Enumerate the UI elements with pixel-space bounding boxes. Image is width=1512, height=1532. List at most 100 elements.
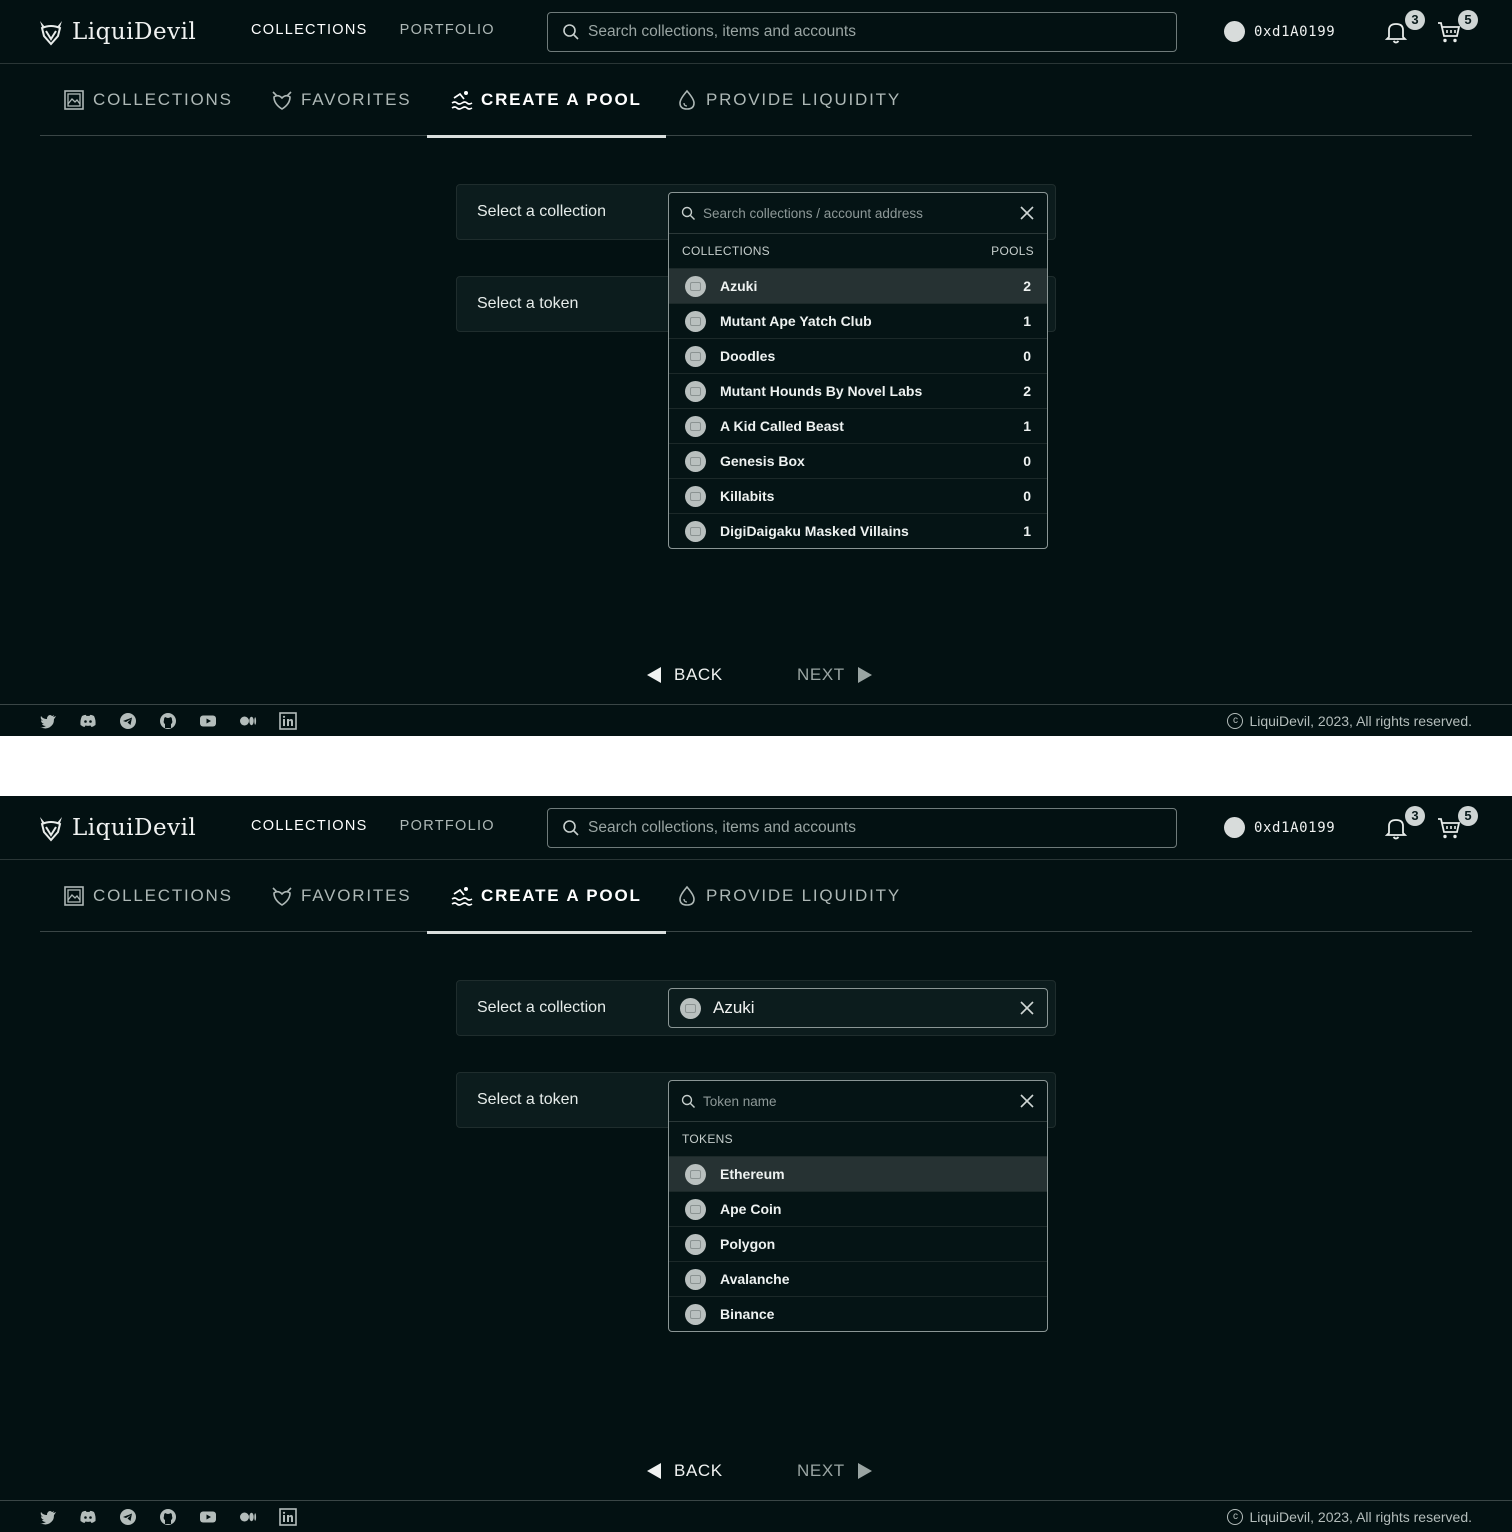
github-icon[interactable] xyxy=(159,1508,177,1526)
telegram-icon[interactable] xyxy=(119,712,137,730)
nav-portfolio[interactable]: PORTFOLIO xyxy=(400,818,495,834)
token-option[interactable]: Binance xyxy=(669,1296,1047,1331)
collection-image-icon xyxy=(685,415,706,437)
collection-search[interactable] xyxy=(669,193,1047,234)
next-button[interactable]: NEXT xyxy=(797,665,873,685)
collection-option[interactable]: Mutant Hounds By Novel Labs 2 xyxy=(669,373,1047,408)
collection-option[interactable]: Azuki 2 xyxy=(669,268,1047,303)
account-button[interactable]: 0xd1A0199 xyxy=(1224,21,1335,42)
back-button[interactable]: BACK xyxy=(646,665,723,685)
copyright-text: LiquiDevil, 2023, All rights reserved. xyxy=(1249,713,1472,729)
token-search-input[interactable] xyxy=(703,1093,1003,1109)
tab-favorites[interactable]: FAVORITES xyxy=(271,64,411,136)
token-option[interactable]: Polygon xyxy=(669,1226,1047,1261)
account-button[interactable]: 0xd1A0199 xyxy=(1224,817,1335,838)
collection-option-pools: 1 xyxy=(1023,418,1031,434)
token-option[interactable]: Avalanche xyxy=(669,1261,1047,1296)
cart-button[interactable]: 5 xyxy=(1436,10,1478,46)
pool-swimmer-icon xyxy=(451,887,473,906)
devil-heart-icon xyxy=(272,91,292,110)
token-image-icon xyxy=(685,1198,706,1220)
close-icon[interactable] xyxy=(1018,1092,1036,1110)
nav-portfolio[interactable]: PORTFOLIO xyxy=(400,22,495,38)
copyright: c LiquiDevil, 2023, All rights reserved. xyxy=(1227,1509,1472,1525)
token-option-name: Binance xyxy=(720,1306,775,1322)
medium-icon[interactable] xyxy=(239,712,257,730)
triangle-left-icon xyxy=(647,667,661,683)
social-links xyxy=(39,1508,297,1526)
youtube-icon[interactable] xyxy=(199,712,217,730)
tab-create-pool[interactable]: CREATE A POOL xyxy=(427,860,666,934)
collection-option[interactable]: A Kid Called Beast 1 xyxy=(669,408,1047,443)
search-icon xyxy=(681,1094,695,1108)
collection-option-pools: 2 xyxy=(1023,383,1031,399)
top-header: LiquiDevil COLLECTIONS PORTFOLIO 0xd1A01… xyxy=(0,796,1512,860)
notifications-badge: 3 xyxy=(1405,10,1425,30)
twitter-icon[interactable] xyxy=(39,712,57,730)
global-search[interactable] xyxy=(547,12,1177,52)
token-image-icon xyxy=(685,1233,706,1255)
tab-provide-liquidity[interactable]: PROVIDE LIQUIDITY xyxy=(676,64,901,136)
close-icon[interactable] xyxy=(1018,204,1036,222)
token-option[interactable]: Ape Coin xyxy=(669,1191,1047,1226)
linkedin-icon[interactable] xyxy=(279,1508,297,1526)
collection-option[interactable]: Mutant Ape Yatch Club 1 xyxy=(669,303,1047,338)
cart-badge: 5 xyxy=(1458,806,1478,826)
linkedin-icon[interactable] xyxy=(279,712,297,730)
youtube-icon[interactable] xyxy=(199,1508,217,1526)
logo[interactable]: LiquiDevil xyxy=(38,18,196,46)
collection-image-icon xyxy=(685,275,706,297)
selected-collection[interactable]: Azuki xyxy=(668,988,1048,1028)
nav-collections[interactable]: COLLECTIONS xyxy=(251,818,368,834)
screen-collection-dropdown-open: LiquiDevil COLLECTIONS PORTFOLIO 0xd1A01… xyxy=(0,0,1512,736)
telegram-icon[interactable] xyxy=(119,1508,137,1526)
discord-icon[interactable] xyxy=(79,1508,97,1526)
social-links xyxy=(39,712,297,730)
back-button[interactable]: BACK xyxy=(646,1461,723,1481)
tab-collections[interactable]: COLLECTIONS xyxy=(63,860,233,932)
cart-button[interactable]: 5 xyxy=(1436,806,1478,842)
token-option-name: Polygon xyxy=(720,1236,776,1252)
copyright-text: LiquiDevil, 2023, All rights reserved. xyxy=(1249,1509,1472,1525)
tab-collections[interactable]: COLLECTIONS xyxy=(63,64,233,136)
footer: c LiquiDevil, 2023, All rights reserved. xyxy=(0,1500,1512,1532)
tab-create-pool[interactable]: CREATE A POOL xyxy=(427,64,666,138)
collection-option[interactable]: Genesis Box 0 xyxy=(669,443,1047,478)
collection-option-pools: 1 xyxy=(1023,523,1031,539)
notifications-badge: 3 xyxy=(1405,806,1425,826)
collection-option[interactable]: DigiDaigaku Masked Villains 1 xyxy=(669,513,1047,548)
token-search[interactable] xyxy=(669,1081,1047,1122)
collection-image-icon xyxy=(685,310,706,332)
devil-heart-icon xyxy=(272,887,292,906)
medium-icon[interactable] xyxy=(239,1508,257,1526)
token-option[interactable]: Ethereum xyxy=(669,1156,1047,1191)
search-icon xyxy=(681,206,695,220)
notifications-button[interactable]: 3 xyxy=(1383,10,1425,46)
collection-search-input[interactable] xyxy=(703,205,1003,221)
collection-option-name: DigiDaigaku Masked Villains xyxy=(720,523,909,539)
twitter-icon[interactable] xyxy=(39,1508,57,1526)
github-icon[interactable] xyxy=(159,712,177,730)
logo-text: LiquiDevil xyxy=(72,815,197,841)
collection-option-pools: 0 xyxy=(1023,348,1031,364)
collection-option[interactable]: Killabits 0 xyxy=(669,478,1047,513)
collection-option-name: Azuki xyxy=(720,278,758,294)
notifications-button[interactable]: 3 xyxy=(1383,806,1425,842)
global-search-input[interactable] xyxy=(588,819,1148,837)
collection-option-name: Mutant Hounds By Novel Labs xyxy=(720,383,923,399)
tab-favorites[interactable]: FAVORITES xyxy=(271,860,411,932)
collection-option[interactable]: Doodles 0 xyxy=(669,338,1047,373)
discord-icon[interactable] xyxy=(79,712,97,730)
close-icon[interactable] xyxy=(1018,999,1036,1017)
collections-column-header: COLLECTIONS xyxy=(682,244,770,258)
logo[interactable]: LiquiDevil xyxy=(38,814,196,842)
main-nav: COLLECTIONS PORTFOLIO xyxy=(251,818,495,834)
collection-option-name: Doodles xyxy=(720,348,776,364)
global-search-input[interactable] xyxy=(588,23,1148,41)
tab-provide-liquidity[interactable]: PROVIDE LIQUIDITY xyxy=(676,860,901,932)
collection-image-icon xyxy=(685,485,706,507)
nav-collections[interactable]: COLLECTIONS xyxy=(251,22,368,38)
global-search[interactable] xyxy=(547,808,1177,848)
next-button[interactable]: NEXT xyxy=(797,1461,873,1481)
token-dropdown: TOKENS Ethereum Ape Coin Polygon Avalanche Bi… xyxy=(668,1080,1048,1332)
